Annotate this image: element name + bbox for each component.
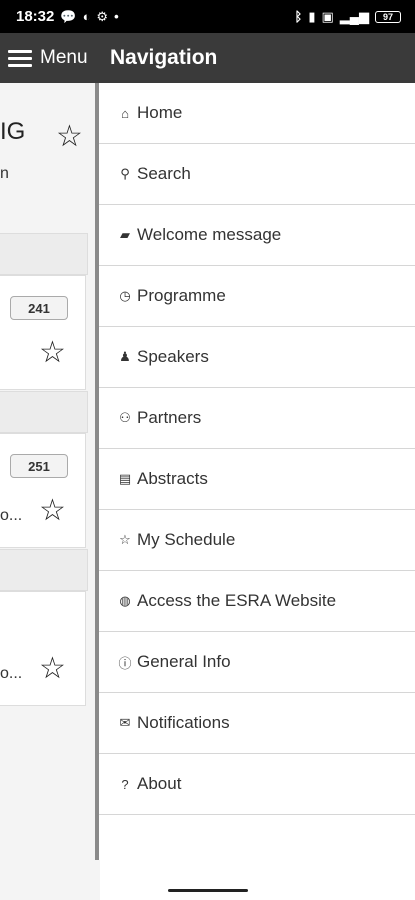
gesture-home-bar[interactable]	[168, 889, 248, 892]
nav-item-label: Welcome message	[137, 225, 282, 244]
background-section-header	[0, 391, 88, 433]
nav-item-abstracts[interactable]: ▤ Abstracts	[99, 449, 415, 510]
home-icon: ⌂	[121, 105, 129, 121]
hamburger-icon	[8, 49, 32, 67]
nav-item-notifications[interactable]: ✉ Notifications	[99, 693, 415, 754]
app-icon: ◐	[82, 9, 91, 24]
background-card[interactable]: 251 o... ☆	[0, 433, 86, 548]
nav-item-my-schedule[interactable]: ☆ My Schedule	[99, 510, 415, 571]
favorite-star-icon[interactable]: ☆	[39, 338, 66, 368]
favorite-star-icon[interactable]: ☆	[56, 122, 83, 152]
status-right: ᛒ ▮ ▣ ▂▄▆ 97	[295, 10, 401, 23]
people-icon: ⚇	[119, 410, 131, 425]
favorite-star-icon[interactable]: ☆	[39, 496, 66, 526]
background-section-header	[0, 549, 88, 591]
chat-icon: 💬	[60, 9, 77, 24]
globe-icon: ◍	[119, 593, 131, 608]
status-time: 18:32	[16, 8, 55, 25]
star-icon: ☆	[119, 532, 131, 547]
signal-icon: ▂▄▆	[339, 9, 369, 24]
navigation-drawer: ⌂ Home ⚲ Search ▰ Welcome message ◷ Prog…	[99, 83, 415, 860]
hd-icon: ▣	[321, 9, 334, 24]
nav-item-label: Home	[137, 103, 183, 122]
nav-item-partners[interactable]: ⚇ Partners	[99, 388, 415, 449]
session-number-badge: 251	[10, 454, 68, 478]
nav-item-label: Access the ESRA Website	[137, 591, 337, 610]
search-icon: ⚲	[120, 166, 130, 181]
background-card[interactable]: o... ☆	[0, 591, 86, 706]
nav-item-label: Notifications	[137, 713, 230, 732]
document-icon: ▤	[118, 471, 132, 486]
nav-item-speakers[interactable]: ♟ Speakers	[99, 327, 415, 388]
background-card[interactable]: 241 ☆	[0, 275, 86, 390]
nav-item-label: Search	[137, 164, 191, 183]
navigation-title: Navigation	[110, 46, 218, 69]
background-subtitle: n	[0, 165, 9, 182]
battery-level: 97	[382, 11, 393, 22]
menu-button[interactable]: Menu	[8, 33, 88, 83]
session-number-badge: 241	[10, 296, 68, 320]
nav-item-esra-website[interactable]: ◍ Access the ESRA Website	[99, 571, 415, 632]
nav-item-home[interactable]: ⌂ Home	[99, 83, 415, 144]
envelope-icon: ✉	[119, 715, 131, 730]
info-icon: ⓘ	[118, 655, 132, 671]
favorite-star-icon[interactable]: ☆	[39, 654, 66, 684]
nav-item-general-info[interactable]: ⓘ General Info	[99, 632, 415, 693]
nav-item-label: About	[137, 774, 182, 793]
nav-item-label: Programme	[137, 286, 226, 305]
status-left: 18:32 💬 ◐ ⚙ •	[16, 8, 119, 25]
status-bar: 18:32 💬 ◐ ⚙ • ᛒ ▮ ▣ ▂▄▆ 97	[0, 0, 415, 33]
clock-icon: ◷	[119, 288, 131, 303]
gear-icon: ⚙	[96, 9, 109, 24]
nav-item-label: My Schedule	[137, 530, 236, 549]
nav-item-label: Abstracts	[137, 469, 208, 488]
dot-icon: •	[114, 9, 119, 24]
app-bar: Menu Navigation	[0, 33, 415, 83]
battery-icon: 97	[375, 10, 401, 23]
truncated-text: o...	[0, 665, 23, 682]
nav-item-label: General Info	[137, 652, 231, 671]
bluetooth-icon: ᛒ	[294, 9, 303, 24]
nav-item-programme[interactable]: ◷ Programme	[99, 266, 415, 327]
nav-item-about[interactable]: ? About	[99, 754, 415, 815]
message-icon: ▰	[120, 227, 130, 242]
vibrate-icon: ▮	[308, 9, 316, 24]
question-icon: ?	[121, 776, 129, 792]
background-section-header	[0, 233, 88, 275]
nav-item-search[interactable]: ⚲ Search	[99, 144, 415, 205]
truncated-text: o...	[0, 507, 23, 524]
menu-label: Menu	[40, 47, 88, 68]
background-title: IG	[0, 118, 26, 145]
nav-item-welcome-message[interactable]: ▰ Welcome message	[99, 205, 415, 266]
nav-item-label: Speakers	[137, 347, 209, 366]
nav-item-label: Partners	[137, 408, 202, 427]
person-icon: ♟	[119, 349, 131, 364]
